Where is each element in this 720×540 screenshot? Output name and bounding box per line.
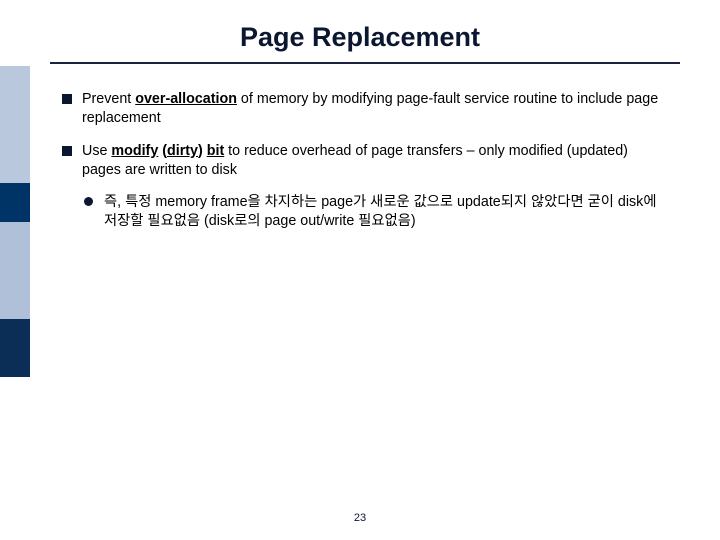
decorative-sidebar	[0, 66, 30, 377]
content-area: Prevent over-allocation of memory by mod…	[60, 90, 660, 231]
title-rule	[50, 62, 680, 64]
sidebar-segment	[0, 319, 30, 377]
bullet-level-1: Use modify (dirty) bit to reduce overhea…	[60, 142, 660, 180]
sidebar-segment	[0, 66, 30, 183]
page-number: 23	[0, 512, 720, 524]
bullet-level-1: Prevent over-allocation of memory by mod…	[60, 90, 660, 128]
page-title: Page Replacement	[0, 22, 720, 53]
bullet-level-2: 즉, 특정 memory frame을 차지하는 page가 새로운 값으로 u…	[82, 193, 660, 231]
sidebar-segment	[0, 183, 30, 222]
sidebar-segment	[0, 222, 30, 319]
